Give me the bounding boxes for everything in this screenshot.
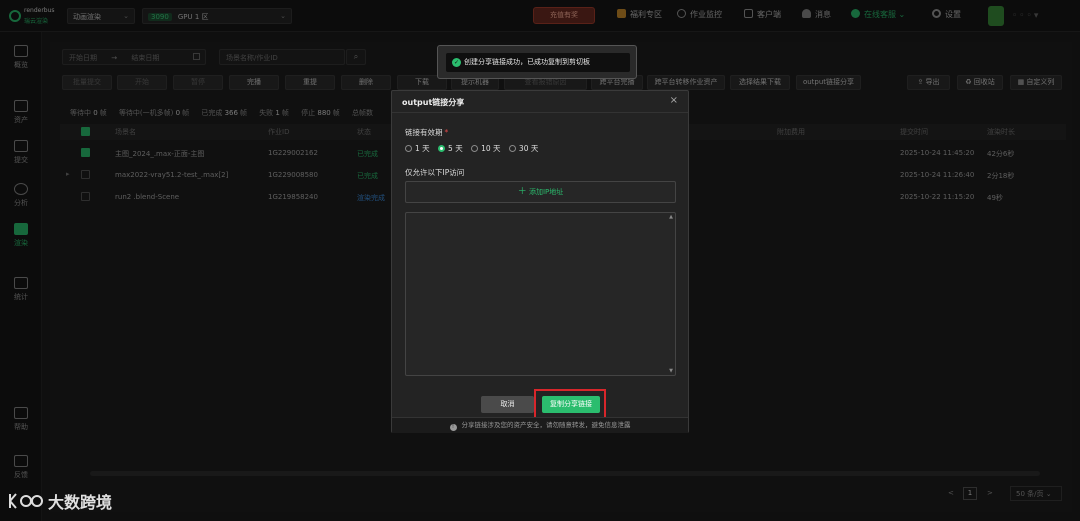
add-ip-button[interactable]: ＋ 添加IP地址 — [405, 181, 676, 203]
watermark-text: 大数跨境 — [48, 493, 113, 512]
scroll-down-icon[interactable]: ▼ — [669, 368, 673, 374]
footer-note-text: 分享链接涉及您的资产安全，请勿随意转发，避免信息泄露 — [461, 421, 631, 429]
validity-label: 链接有效期 * — [405, 127, 448, 138]
radio-5-days[interactable]: 5 天 — [438, 143, 463, 154]
copy-share-link-button[interactable]: 复制分享链接 — [542, 396, 600, 413]
scroll-up-icon[interactable]: ▲ — [669, 214, 673, 220]
radio-label: 10 天 — [481, 144, 501, 153]
ip-whitelist-label: 仅允许以下IP访问 — [405, 168, 465, 177]
radio-label: 1 天 — [415, 144, 430, 153]
dialog-header: output链接分享 × — [392, 91, 688, 113]
radio-label: 30 天 — [518, 144, 539, 153]
info-icon: ! — [449, 424, 457, 431]
radio-dot — [405, 145, 412, 152]
check-circle-icon: ✓ — [452, 58, 461, 67]
close-icon[interactable]: × — [670, 95, 678, 106]
radio-30-days[interactable]: 30 天 — [508, 143, 539, 154]
toast-body: ✓ 创建分享链接成功，已成功复制到剪切板 — [446, 53, 630, 72]
validity-label-text: 链接有效期 — [405, 128, 443, 137]
dialog-title: output链接分享 — [402, 98, 465, 107]
dialog-footer-note: ! 分享链接涉及您的资产安全，请勿随意转发，避免信息泄露 — [392, 417, 688, 433]
cancel-button[interactable]: 取消 — [481, 396, 534, 413]
radio-dot-selected — [438, 145, 446, 152]
add-ip-label: 添加IP地址 — [528, 188, 564, 196]
watermark-logo-icon — [9, 493, 43, 509]
required-mark: * — [444, 128, 449, 137]
ip-list-textarea[interactable]: ▲ ▼ — [405, 212, 676, 376]
plus-icon: ＋ — [517, 187, 527, 197]
toast-message: 创建分享链接成功，已成功复制到剪切板 — [464, 58, 590, 66]
validity-radio-group: 1 天 5 天 10 天 30 天 — [405, 143, 544, 154]
radio-label: 5 天 — [448, 144, 463, 153]
radio-10-days[interactable]: 10 天 — [471, 143, 501, 154]
radio-dot — [471, 145, 479, 152]
radio-1-day[interactable]: 1 天 — [405, 143, 430, 154]
radio-dot — [508, 145, 516, 152]
output-link-share-dialog: output链接分享 × 链接有效期 * 1 天 5 天 10 天 30 天 仅允… — [391, 90, 689, 433]
success-toast: ✓ 创建分享链接成功，已成功复制到剪切板 — [437, 45, 637, 79]
watermark: 大数跨境 — [8, 489, 112, 515]
